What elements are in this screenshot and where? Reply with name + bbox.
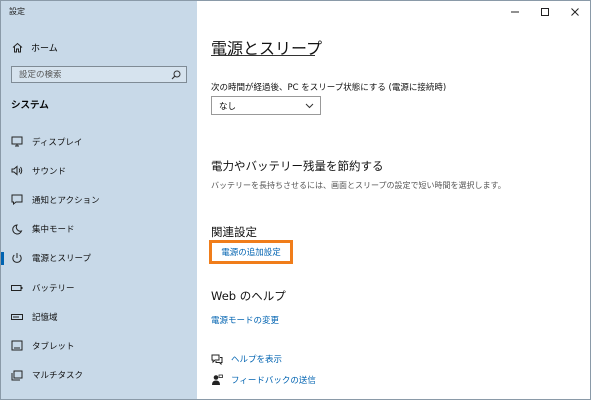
help-chat-icon [211, 353, 223, 365]
multitask-icon [11, 369, 23, 381]
settings-search[interactable] [11, 66, 187, 83]
system-nav: ディスプレイ サウンド 通知とアクション 集中モード 電源とスリープ バッテリー… [1, 127, 197, 390]
sidebar-item-label: マルチタスク [32, 371, 84, 382]
chevron-down-icon [305, 103, 314, 109]
power-icon [11, 252, 23, 264]
sidebar-item-notifications[interactable]: 通知とアクション [1, 185, 197, 214]
sidebar-item-multitasking[interactable]: マルチタスク [1, 361, 197, 390]
search-input[interactable] [19, 69, 169, 80]
sidebar-item-focus[interactable]: 集中モード [1, 215, 197, 244]
sidebar-item-display[interactable]: ディスプレイ [1, 127, 197, 156]
sidebar-item-label: 記憶域 [32, 312, 58, 323]
get-help-label: ヘルプを表示 [231, 355, 283, 365]
sidebar-item-sound[interactable]: サウンド [1, 156, 197, 185]
notification-icon [11, 194, 23, 206]
search-icon[interactable] [171, 70, 181, 80]
sidebar-item-power-sleep[interactable]: 電源とスリープ [1, 244, 197, 273]
additional-power-settings-label: 電源の追加設定 [221, 248, 281, 258]
monitor-icon [11, 136, 23, 148]
storage-icon [11, 311, 23, 323]
sidebar-item-label: 集中モード [32, 225, 75, 236]
save-power-description: バッテリーを長持ちさせるには、画面とスリープの設定で短い時間を選択します。 [211, 181, 506, 190]
power-mode-change-link[interactable]: 電源モードの変更 [211, 314, 279, 326]
sidebar-item-label: バッテリー [32, 283, 75, 294]
sleep-setting-label: 次の時間が経過後、PC をスリープ状態にする (電源に接続時) [211, 83, 447, 93]
sidebar-item-label: サウンド [32, 166, 67, 177]
speaker-icon [11, 165, 23, 177]
additional-power-settings-link[interactable]: 電源の追加設定 [209, 240, 293, 264]
get-help-link[interactable]: ヘルプを表示 [211, 353, 282, 365]
sleep-dropdown-value: なし [219, 101, 237, 112]
related-settings-heading: 関連設定 [211, 225, 257, 239]
sidebar-item-label: ディスプレイ [32, 137, 83, 148]
app-title: 設定 [9, 7, 25, 16]
sidebar-item-label: 電源とスリープ [32, 254, 91, 265]
main-content: 電源とスリープ 次の時間が経過後、PC をスリープ状態にする (電源に接続時) … [197, 1, 590, 399]
sidebar-item-battery[interactable]: バッテリー [1, 273, 197, 302]
title-underline [211, 55, 315, 56]
home-nav-item[interactable]: ホーム [11, 39, 58, 55]
settings-window: 設定 ホーム システム ディスプレイ [0, 0, 591, 400]
home-icon [11, 41, 23, 53]
sidebar-item-storage[interactable]: 記憶域 [1, 302, 197, 331]
battery-icon [11, 282, 23, 294]
tablet-icon [11, 340, 23, 352]
feedback-link[interactable]: フィードバックの送信 [211, 374, 316, 386]
sidebar: 設定 ホーム システム ディスプレイ [1, 1, 197, 399]
sidebar-item-label: 通知とアクション [32, 195, 100, 206]
feedback-label: フィードバックの送信 [231, 376, 316, 386]
sidebar-item-label: タブレット [32, 341, 75, 352]
home-label: ホーム [31, 43, 58, 54]
feedback-person-icon [211, 374, 223, 386]
moon-icon [11, 223, 23, 235]
section-title: システム [11, 100, 49, 111]
save-power-heading: 電力やバッテリー残量を節約する [211, 159, 384, 173]
web-help-heading: Web のヘルプ [211, 289, 286, 303]
sidebar-item-tablet[interactable]: タブレット [1, 331, 197, 360]
sleep-dropdown[interactable]: なし [211, 96, 321, 115]
